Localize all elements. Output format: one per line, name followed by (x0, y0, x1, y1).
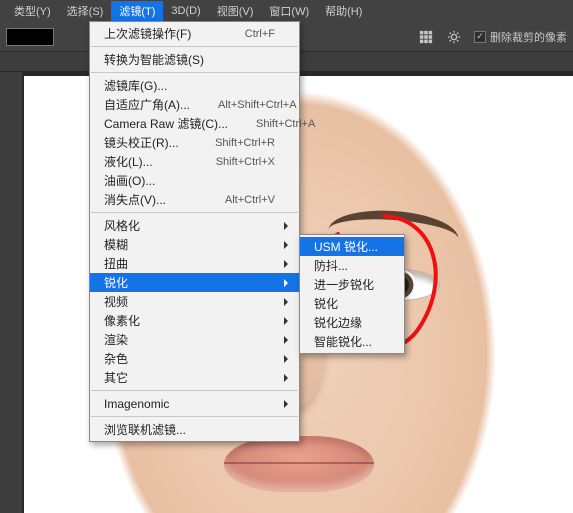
menu-item-label: 视频 (104, 293, 128, 310)
menu-item-label: 锐化 (314, 295, 338, 312)
sharpen-item[interactable]: USM 锐化... (300, 237, 404, 256)
options-right: 删除裁剪的像素 (418, 29, 567, 45)
menu-item-label: Camera Raw 滤镜(C)... (104, 115, 228, 132)
menu-item-label: 防抖... (314, 257, 348, 274)
filter-sep (91, 46, 298, 47)
menu-item-label: 锐化边缘 (314, 314, 362, 331)
menu-视图(V)[interactable]: 视图(V) (209, 1, 262, 21)
menu-帮助(H)[interactable]: 帮助(H) (317, 1, 370, 21)
filter-item[interactable]: 锐化 (90, 273, 299, 292)
menu-item-label: 滤镜库(G)... (104, 77, 167, 94)
menu-item-label: 风格化 (104, 217, 140, 234)
filter-item[interactable]: Imagenomic (90, 394, 299, 413)
filter-item[interactable]: 渲染 (90, 330, 299, 349)
menu-item-label: 上次滤镜操作(F) (104, 25, 191, 42)
menu-item-label: USM 锐化... (314, 238, 378, 255)
filter-item[interactable]: 视频 (90, 292, 299, 311)
checkmark-icon (474, 31, 486, 43)
menu-item-label: 锐化 (104, 274, 128, 291)
grid-icon[interactable] (418, 29, 434, 45)
filter-item[interactable]: 像素化 (90, 311, 299, 330)
filter-item[interactable]: 油画(O)... (90, 171, 299, 190)
filter-item[interactable]: 风格化 (90, 216, 299, 235)
menu-item-label: 模糊 (104, 236, 128, 253)
filter-item[interactable]: 消失点(V)... Alt+Ctrl+V (90, 190, 299, 209)
gear-icon[interactable] (446, 29, 462, 45)
menu-item-label: 扭曲 (104, 255, 128, 272)
filter-sep (91, 390, 298, 391)
filter-sep (91, 72, 298, 73)
menu-窗口(W)[interactable]: 窗口(W) (261, 1, 317, 21)
filter-item[interactable]: 扭曲 (90, 254, 299, 273)
filter-sep (91, 416, 298, 417)
menu-item-label: 油画(O)... (104, 172, 155, 189)
menu-滤镜(T)[interactable]: 滤镜(T) (111, 1, 163, 21)
menu-item-label: Imagenomic (104, 397, 169, 411)
filter-item[interactable]: 其它 (90, 368, 299, 387)
filter-item[interactable]: 模糊 (90, 235, 299, 254)
filter-item[interactable]: 浏览联机滤镜... (90, 420, 299, 439)
menu-item-label: 像素化 (104, 312, 140, 329)
filter-item[interactable]: 杂色 (90, 349, 299, 368)
menu-item-shortcut: Ctrl+F (217, 28, 275, 40)
sharpen-submenu: USM 锐化... 防抖... 进一步锐化锐化锐化边缘智能锐化... (299, 234, 405, 354)
menu-item-shortcut: Alt+Ctrl+V (197, 194, 275, 206)
menu-item-label: 其它 (104, 369, 128, 386)
menu-item-label: 自适应广角(A)... (104, 96, 190, 113)
filter-sep (91, 212, 298, 213)
menu-3D(D)[interactable]: 3D(D) (163, 3, 208, 19)
menu-item-label: 杂色 (104, 350, 128, 367)
menubar: 类型(Y)选择(S)滤镜(T)3D(D)视图(V)窗口(W)帮助(H) (0, 0, 573, 22)
filter-item[interactable]: 滤镜库(G)... (90, 76, 299, 95)
sharpen-item[interactable]: 防抖... (300, 256, 404, 275)
menu-item-label: 智能锐化... (314, 333, 372, 350)
menu-item-shortcut: Alt+Shift+Ctrl+A (190, 99, 297, 111)
sharpen-item[interactable]: 进一步锐化 (300, 275, 404, 294)
sharpen-item[interactable]: 锐化边缘 (300, 313, 404, 332)
filter-item[interactable]: Camera Raw 滤镜(C)...Shift+Ctrl+A (90, 114, 299, 133)
menu-类型(Y)[interactable]: 类型(Y) (6, 1, 59, 21)
menu-选择(S)[interactable]: 选择(S) (59, 1, 112, 21)
color-swatch[interactable] (6, 28, 54, 46)
filter-item[interactable]: 液化(L)... Shift+Ctrl+X (90, 152, 299, 171)
menu-item-shortcut: Shift+Ctrl+X (188, 156, 275, 168)
menu-item-shortcut: Shift+Ctrl+R (187, 137, 275, 149)
filter-item[interactable]: 转换为智能滤镜(S) (90, 50, 299, 69)
filter-item[interactable]: 自适应广角(A)...Alt+Shift+Ctrl+A (90, 95, 299, 114)
filter-item[interactable]: 镜头校正(R)... Shift+Ctrl+R (90, 133, 299, 152)
left-tool-strip (0, 72, 22, 513)
menu-item-label: 液化(L)... (104, 153, 153, 170)
sharpen-item[interactable]: 智能锐化... (300, 332, 404, 351)
menu-item-label: 渲染 (104, 331, 128, 348)
filter-menu: 上次滤镜操作(F)Ctrl+F转换为智能滤镜(S)滤镜库(G)...自适应广角(… (89, 21, 300, 442)
menu-item-shortcut: Shift+Ctrl+A (228, 118, 315, 130)
filter-item[interactable]: 上次滤镜操作(F) Ctrl+F (90, 24, 299, 43)
menu-item-label: 转换为智能滤镜(S) (104, 51, 204, 68)
menu-item-label: 浏览联机滤镜... (104, 421, 186, 438)
sharpen-item[interactable]: 锐化 (300, 294, 404, 313)
menu-item-label: 镜头校正(R)... (104, 134, 179, 151)
menu-item-label: 进一步锐化 (314, 276, 374, 293)
checkbox-label: 删除裁剪的像素 (490, 29, 567, 45)
delete-cropped-checkbox[interactable]: 删除裁剪的像素 (474, 29, 567, 45)
menu-item-label: 消失点(V)... (104, 191, 166, 208)
